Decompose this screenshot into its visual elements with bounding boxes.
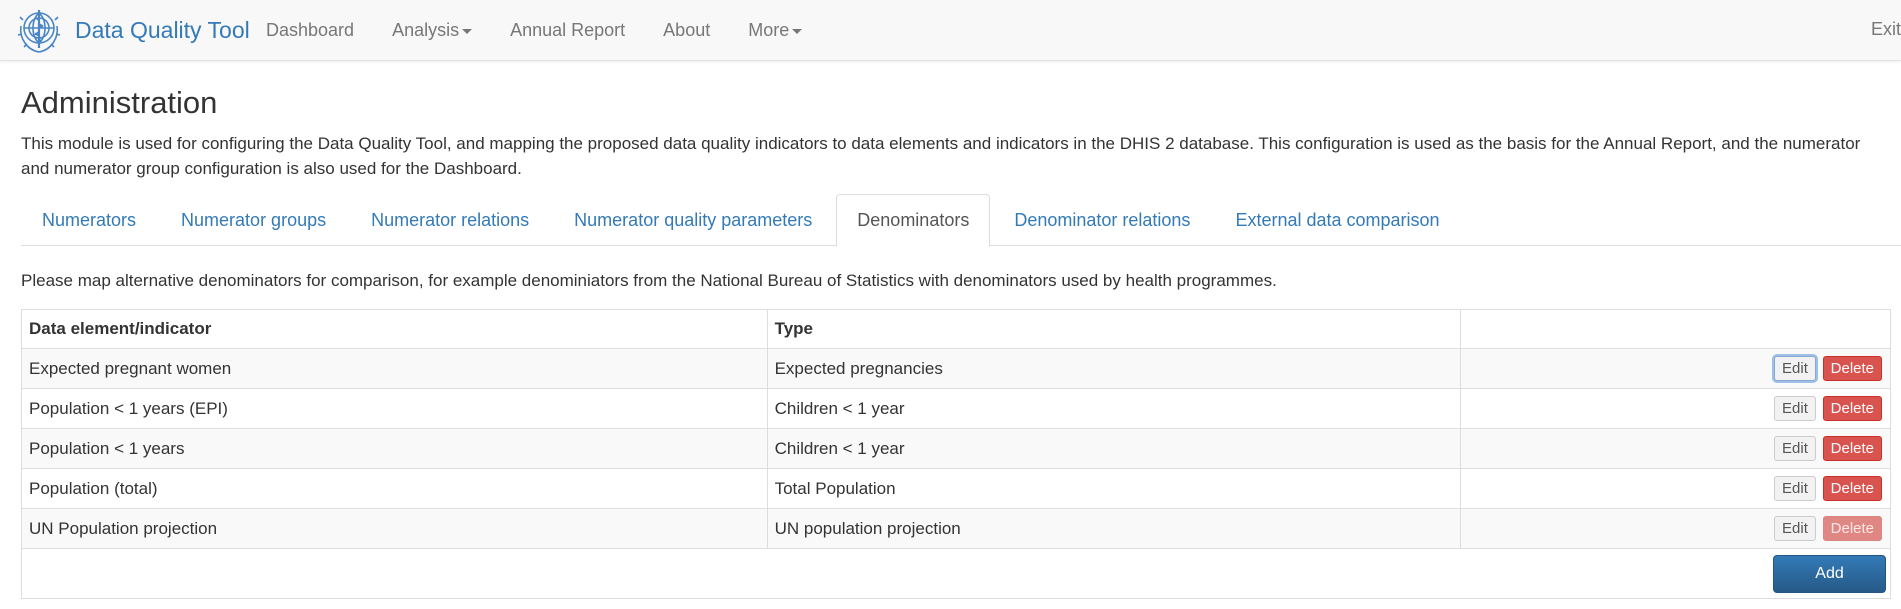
- denominators-table: Data element/indicator Type Expected pre…: [21, 309, 1891, 599]
- cell-name: Population (total): [21, 468, 768, 509]
- row-actions: Edit Delete: [1460, 348, 1891, 389]
- edit-button[interactable]: Edit: [1774, 436, 1816, 461]
- nav-label: More: [748, 19, 790, 40]
- add-button[interactable]: Add: [1773, 554, 1886, 593]
- cell-type: Expected pregnancies: [766, 348, 1462, 389]
- table-footer: Add: [21, 548, 1891, 599]
- cell-type: Children < 1 year: [766, 388, 1462, 429]
- nav-label: About: [663, 19, 711, 40]
- cell-name: Population < 1 years (EPI): [21, 388, 768, 429]
- cell-name: UN Population projection: [21, 508, 768, 549]
- edit-button[interactable]: Edit: [1774, 396, 1816, 421]
- cell-type: Total Population: [766, 468, 1462, 509]
- row-actions: Edit Delete: [1460, 428, 1891, 469]
- nav-annual-report[interactable]: Annual Report: [510, 20, 625, 41]
- caret-down-icon: [792, 29, 803, 34]
- cell-type: Children < 1 year: [766, 428, 1462, 469]
- row-actions: Edit Delete: [1460, 508, 1891, 549]
- page-title: Administration: [21, 85, 218, 120]
- table-row: Expected pregnant women Expected pregnan…: [21, 348, 1891, 389]
- row-actions: Edit Delete: [1460, 468, 1891, 509]
- admin-tabs: Numerators Numerator groups Numerator re…: [21, 194, 1901, 247]
- cell-name: Expected pregnant women: [21, 348, 768, 389]
- main-nav: Dashboard Analysis Annual Report About M…: [266, 0, 840, 60]
- table-footer-row: Add: [21, 548, 1891, 599]
- table-row: UN Population projection UN population p…: [21, 508, 1891, 549]
- edit-button[interactable]: Edit: [1774, 476, 1816, 501]
- caret-down-icon: [462, 29, 473, 34]
- table-header-row: Data element/indicator Type: [21, 309, 1891, 349]
- nav-about[interactable]: About: [663, 20, 710, 41]
- table-row: Population (total) Total Population Edit…: [21, 468, 1891, 509]
- table-row: Population < 1 years (EPI) Children < 1 …: [21, 388, 1891, 429]
- column-header: [1460, 309, 1891, 349]
- tab-numerator-quality-parameters[interactable]: Numerator quality parameters: [553, 194, 833, 246]
- tab-numerator-groups[interactable]: Numerator groups: [160, 194, 347, 246]
- brand-title[interactable]: Data Quality Tool: [75, 17, 250, 44]
- tab-numerator-relations[interactable]: Numerator relations: [350, 194, 550, 246]
- row-actions: Edit Delete: [1460, 388, 1891, 429]
- nav-label: Annual Report: [510, 19, 626, 40]
- page-description: This module is used for configuring the …: [21, 134, 1861, 178]
- table-row: Population < 1 years Children < 1 year E…: [21, 428, 1891, 469]
- who-logo-icon: [17, 10, 61, 53]
- nav-dashboard[interactable]: Dashboard: [266, 20, 354, 41]
- navbar: Data Quality Tool Dashboard Analysis Ann…: [0, 0, 1901, 61]
- exit-link[interactable]: Exit: [1871, 19, 1901, 40]
- delete-button[interactable]: Delete: [1822, 356, 1882, 381]
- cell-name: Population < 1 years: [21, 428, 768, 469]
- denominators-intro: Please map alternative denominators for …: [21, 271, 1277, 290]
- nav-label: Analysis: [392, 19, 460, 40]
- edit-button[interactable]: Edit: [1774, 356, 1816, 381]
- delete-button[interactable]: Delete: [1822, 396, 1882, 421]
- edit-button[interactable]: Edit: [1774, 516, 1816, 541]
- delete-button[interactable]: Delete: [1822, 436, 1882, 461]
- tab-numerators[interactable]: Numerators: [21, 194, 157, 246]
- delete-button[interactable]: Delete: [1822, 476, 1882, 501]
- tab-denominator-relations[interactable]: Denominator relations: [993, 194, 1211, 246]
- tab-external-data-comparison[interactable]: External data comparison: [1214, 194, 1460, 246]
- column-header: Data element/indicator: [21, 309, 768, 349]
- nav-analysis[interactable]: Analysis: [392, 19, 473, 41]
- nav-label: Dashboard: [266, 19, 355, 40]
- delete-button[interactable]: Delete: [1822, 516, 1882, 541]
- brand[interactable]: Data Quality Tool: [13, 4, 250, 56]
- cell-type: UN population projection: [766, 508, 1462, 549]
- tab-denominators[interactable]: Denominators: [836, 194, 991, 247]
- column-header: Type: [766, 309, 1462, 349]
- nav-more[interactable]: More: [748, 19, 803, 41]
